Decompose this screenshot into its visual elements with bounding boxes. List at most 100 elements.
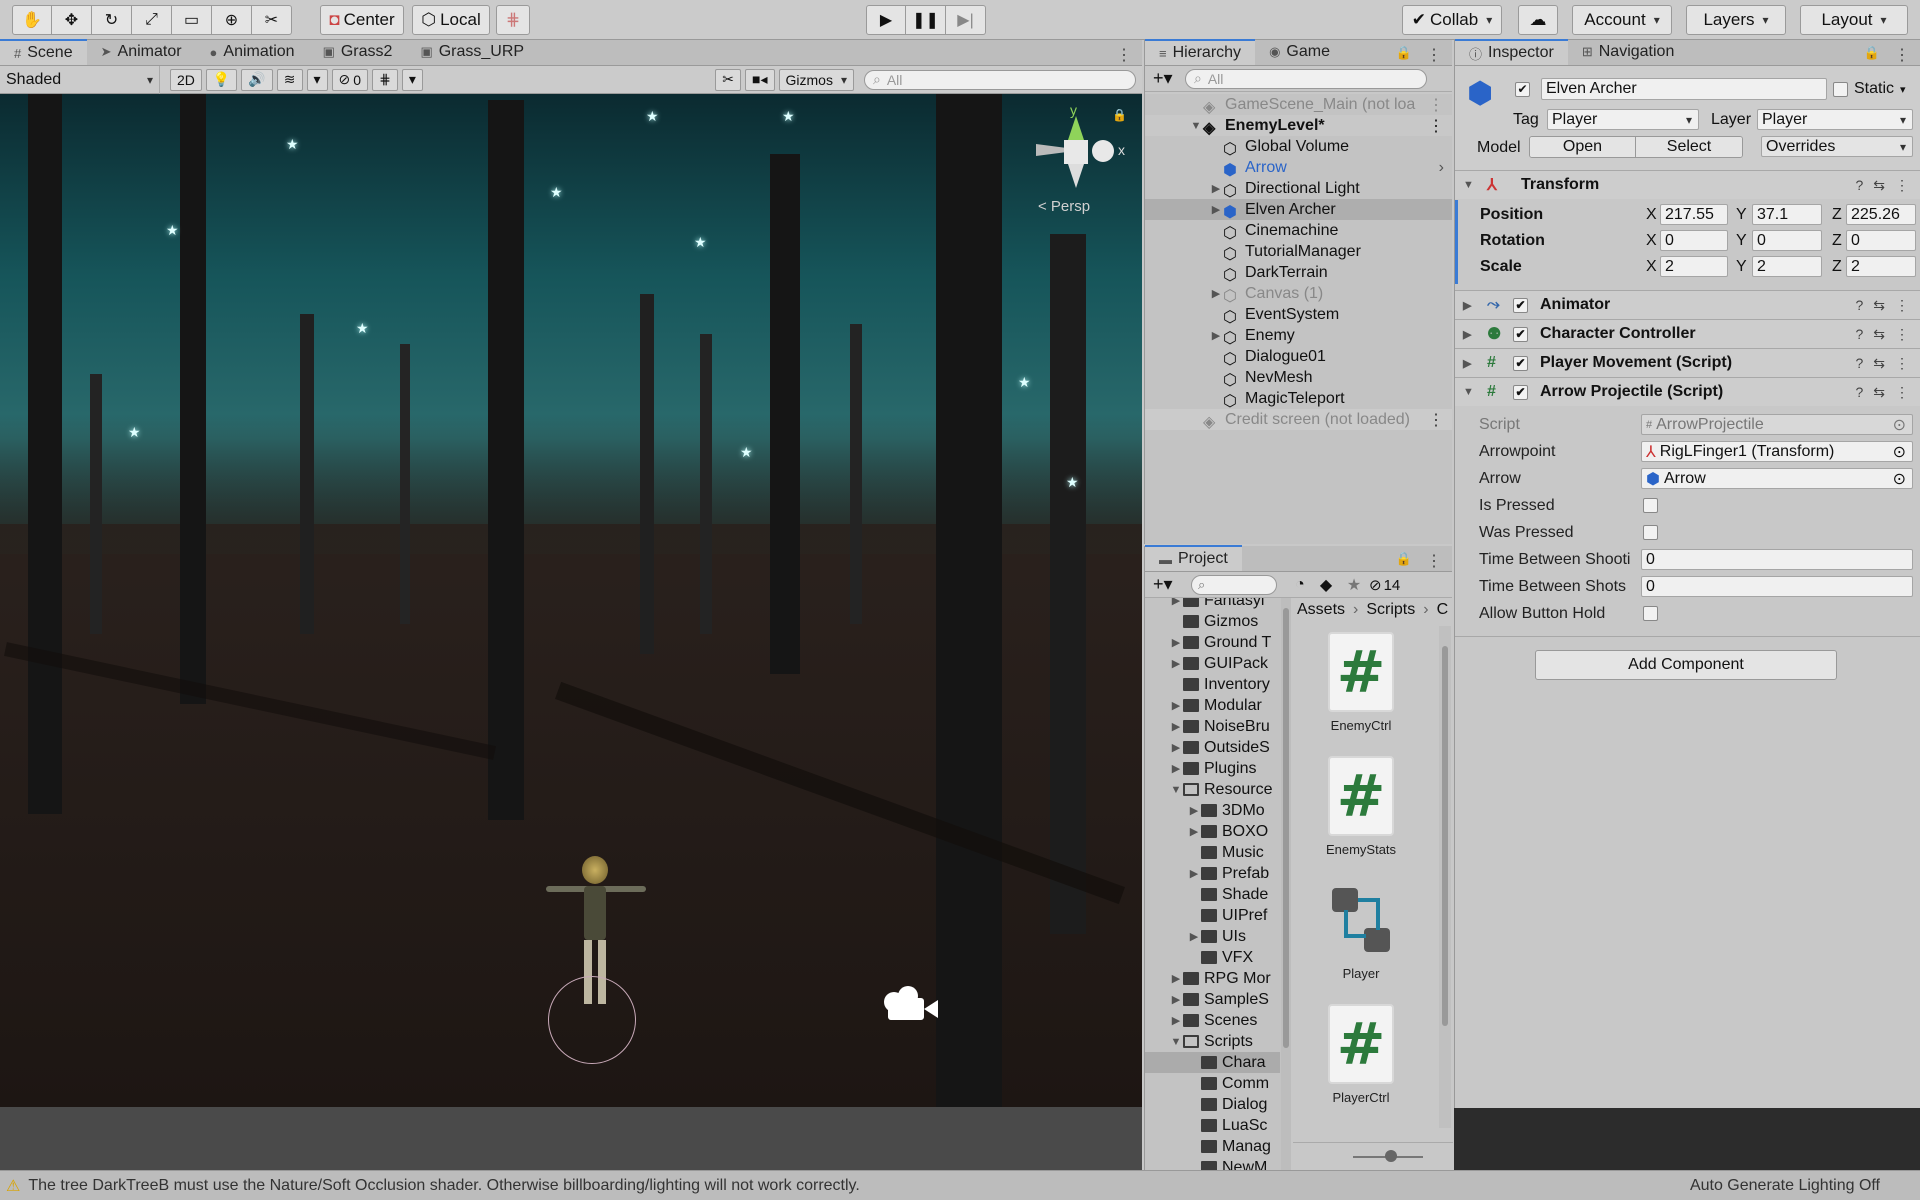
script-asset[interactable]: # EnemyStats bbox=[1311, 756, 1411, 857]
folder-item[interactable]: Music bbox=[1145, 842, 1280, 863]
position-x-field[interactable]: 217.55 bbox=[1660, 204, 1728, 225]
folder-item[interactable]: VFX bbox=[1145, 947, 1280, 968]
folder-item[interactable]: ▼ Resource bbox=[1145, 779, 1280, 800]
expand-arrow-icon[interactable]: ▼ bbox=[1169, 1036, 1183, 1048]
is-pressed-checkbox[interactable] bbox=[1643, 498, 1658, 513]
expand-arrow-icon[interactable]: ▶ bbox=[1169, 657, 1183, 670]
enabled-checkbox[interactable]: ✔ bbox=[1513, 326, 1528, 342]
hierarchy-scene-row[interactable]: ◈ GameScene_Main (not loa ⋮ bbox=[1145, 94, 1452, 116]
help-icon[interactable]: ? bbox=[1855, 355, 1863, 372]
grid-toggle-icon[interactable]: ⋕ bbox=[372, 68, 398, 91]
folder-item[interactable]: ▶ OutsideS bbox=[1145, 737, 1280, 758]
hierarchy-item[interactable]: ⬢ Arrow › bbox=[1145, 157, 1452, 179]
breadcrumb-item[interactable]: C bbox=[1437, 601, 1449, 619]
character-controller-header[interactable]: ▶ ⚉ ✔ Character Controller ? ⇆ ⋮ bbox=[1455, 319, 1920, 348]
rotate-tool-icon[interactable]: ↻ bbox=[92, 5, 132, 35]
account-dropdown[interactable]: Account bbox=[1572, 5, 1672, 35]
folder-item[interactable]: ▶ UIs bbox=[1145, 926, 1280, 947]
tab-animator[interactable]: ➤ Animator bbox=[87, 39, 196, 65]
expand-arrow-icon[interactable]: ▶ bbox=[1169, 972, 1183, 985]
rect-tool-icon[interactable]: ▭ bbox=[172, 5, 212, 35]
expand-arrow-icon[interactable]: ▶ bbox=[1187, 930, 1201, 943]
presets-icon[interactable]: ⇆ bbox=[1873, 326, 1885, 343]
hidden-packages-toggle[interactable]: ⊘ 14 bbox=[1369, 576, 1400, 594]
custom-tool-icon[interactable]: ✂ bbox=[252, 5, 292, 35]
more-icon[interactable]: ⋮ bbox=[1428, 410, 1452, 430]
play-icon[interactable]: ▶ bbox=[866, 5, 906, 35]
folder-item[interactable]: ▶ Prefab bbox=[1145, 863, 1280, 884]
tab-scene[interactable]: # Scene bbox=[0, 39, 87, 65]
folder-item[interactable]: ▶ SampleS bbox=[1145, 989, 1280, 1010]
folder-item[interactable]: Inventory bbox=[1145, 674, 1280, 695]
camera-icon[interactable]: ■◂ bbox=[745, 68, 775, 91]
was-pressed-checkbox[interactable] bbox=[1643, 525, 1658, 540]
more-icon[interactable]: ⋮ bbox=[1428, 116, 1452, 136]
effects-dropdown-icon[interactable]: ▾ bbox=[306, 68, 328, 91]
lock-icon[interactable]: 🔒 bbox=[1392, 551, 1416, 567]
lock-icon[interactable]: 🔒 bbox=[1860, 45, 1884, 61]
hierarchy-item[interactable]: ⬡ MagicTeleport bbox=[1145, 388, 1452, 410]
expand-arrow-icon[interactable]: ▶ bbox=[1169, 636, 1183, 649]
shading-mode-dropdown[interactable]: Shaded bbox=[0, 65, 160, 94]
position-z-field[interactable]: 225.26 bbox=[1846, 204, 1916, 225]
expand-arrow-icon[interactable]: ▶ bbox=[1169, 720, 1183, 733]
expand-arrow-icon[interactable]: ▶ bbox=[1169, 741, 1183, 754]
arrowpoint-field[interactable]: ⅄ RigLFinger1 (Transform) ⊙ bbox=[1641, 441, 1913, 462]
console-warning-message[interactable]: The tree DarkTreeB must use the Nature/S… bbox=[28, 1177, 859, 1195]
help-icon[interactable]: ? bbox=[1855, 326, 1863, 343]
add-icon[interactable]: +▾ bbox=[1145, 574, 1191, 595]
object-picker-icon[interactable]: ⊙ bbox=[1893, 442, 1912, 461]
folder-item[interactable]: Gizmos bbox=[1145, 611, 1280, 632]
hierarchy-item[interactable]: ⬡ Dialogue01 bbox=[1145, 346, 1452, 368]
hierarchy-scene-row[interactable]: ▼ ◈ EnemyLevel* ⋮ bbox=[1145, 115, 1452, 136]
tools-icon[interactable]: ✂ bbox=[715, 68, 742, 91]
folder-tree-scrollbar[interactable] bbox=[1281, 598, 1291, 1170]
arrow-projectile-header[interactable]: ▼ # ✔ Arrow Projectile (Script) ? ⇆ ⋮ bbox=[1455, 377, 1920, 406]
step-icon[interactable]: ▶| bbox=[946, 5, 986, 35]
rotation-z-field[interactable]: 0 bbox=[1846, 230, 1916, 251]
hierarchy-item[interactable]: ⬡ TutorialManager bbox=[1145, 241, 1452, 263]
2d-toggle[interactable]: 2D bbox=[170, 68, 202, 91]
animator-component-header[interactable]: ▶ ⤳ ✔ Animator ? ⇆ ⋮ bbox=[1455, 290, 1920, 319]
chevron-right-icon[interactable]: › bbox=[1439, 159, 1452, 177]
expand-arrow-icon[interactable]: ▶ bbox=[1169, 1014, 1183, 1027]
more-icon[interactable]: ⋮ bbox=[1416, 551, 1452, 571]
help-icon[interactable]: ? bbox=[1855, 177, 1863, 194]
tab-animation[interactable]: ● Animation bbox=[196, 39, 309, 65]
icon-size-slider[interactable] bbox=[1293, 1142, 1453, 1170]
folder-item[interactable]: Manag bbox=[1145, 1136, 1280, 1157]
time-between-shots-field[interactable]: 0 bbox=[1641, 576, 1913, 597]
hierarchy-item[interactable]: ▶ ⬡ Directional Light bbox=[1145, 178, 1452, 200]
scene-search-input[interactable]: ⌕ All bbox=[864, 69, 1136, 90]
favorite-star-icon[interactable]: ★ bbox=[1339, 575, 1369, 595]
rotation-y-field[interactable]: 0 bbox=[1752, 230, 1822, 251]
lock-icon[interactable]: 🔒 bbox=[1112, 108, 1127, 122]
grid-snap-icon[interactable]: ⋕ bbox=[496, 5, 530, 35]
lighting-icon[interactable]: 💡 bbox=[205, 68, 238, 91]
rotation-x-field[interactable]: 0 bbox=[1660, 230, 1728, 251]
presets-icon[interactable]: ⇆ bbox=[1873, 384, 1885, 401]
folder-item[interactable]: ▶ GUIPack bbox=[1145, 653, 1280, 674]
more-icon[interactable]: ⋮ bbox=[1895, 355, 1909, 372]
expand-arrow-icon[interactable]: ▶ bbox=[1463, 328, 1477, 341]
animator-controller-asset[interactable]: Player bbox=[1311, 880, 1411, 981]
breadcrumb-item[interactable]: Assets bbox=[1297, 601, 1345, 619]
folder-item[interactable]: ▶ NoiseBru bbox=[1145, 716, 1280, 737]
transform-component-header[interactable]: ▼ ⅄ Transform ? ⇆ ⋮ bbox=[1455, 170, 1920, 199]
hidden-objects-toggle[interactable]: ⊘ 0 bbox=[331, 68, 369, 91]
more-icon[interactable]: ⋮ bbox=[1895, 326, 1909, 343]
overrides-dropdown[interactable]: Overrides bbox=[1761, 136, 1913, 157]
enabled-checkbox[interactable]: ✔ bbox=[1513, 355, 1528, 371]
hierarchy-scene-row[interactable]: ◈ Credit screen (not loaded) ⋮ bbox=[1145, 409, 1452, 430]
grid-dropdown-icon[interactable]: ▾ bbox=[401, 68, 423, 91]
folder-item[interactable]: LuaSc bbox=[1145, 1115, 1280, 1136]
presets-icon[interactable]: ⇆ bbox=[1873, 297, 1885, 314]
pivot-local-button[interactable]: ⬡ Local bbox=[412, 5, 490, 35]
add-component-button[interactable]: Add Component bbox=[1535, 650, 1837, 680]
gizmos-dropdown[interactable]: Gizmos bbox=[778, 68, 854, 91]
tab-hierarchy[interactable]: ≡ Hierarchy bbox=[1145, 39, 1256, 65]
presets-icon[interactable]: ⇆ bbox=[1873, 355, 1885, 372]
move-tool-icon[interactable]: ✥ bbox=[52, 5, 92, 35]
more-icon[interactable]: ⋮ bbox=[1895, 384, 1909, 401]
filter-type-icon[interactable]: ◔ bbox=[1287, 576, 1313, 594]
